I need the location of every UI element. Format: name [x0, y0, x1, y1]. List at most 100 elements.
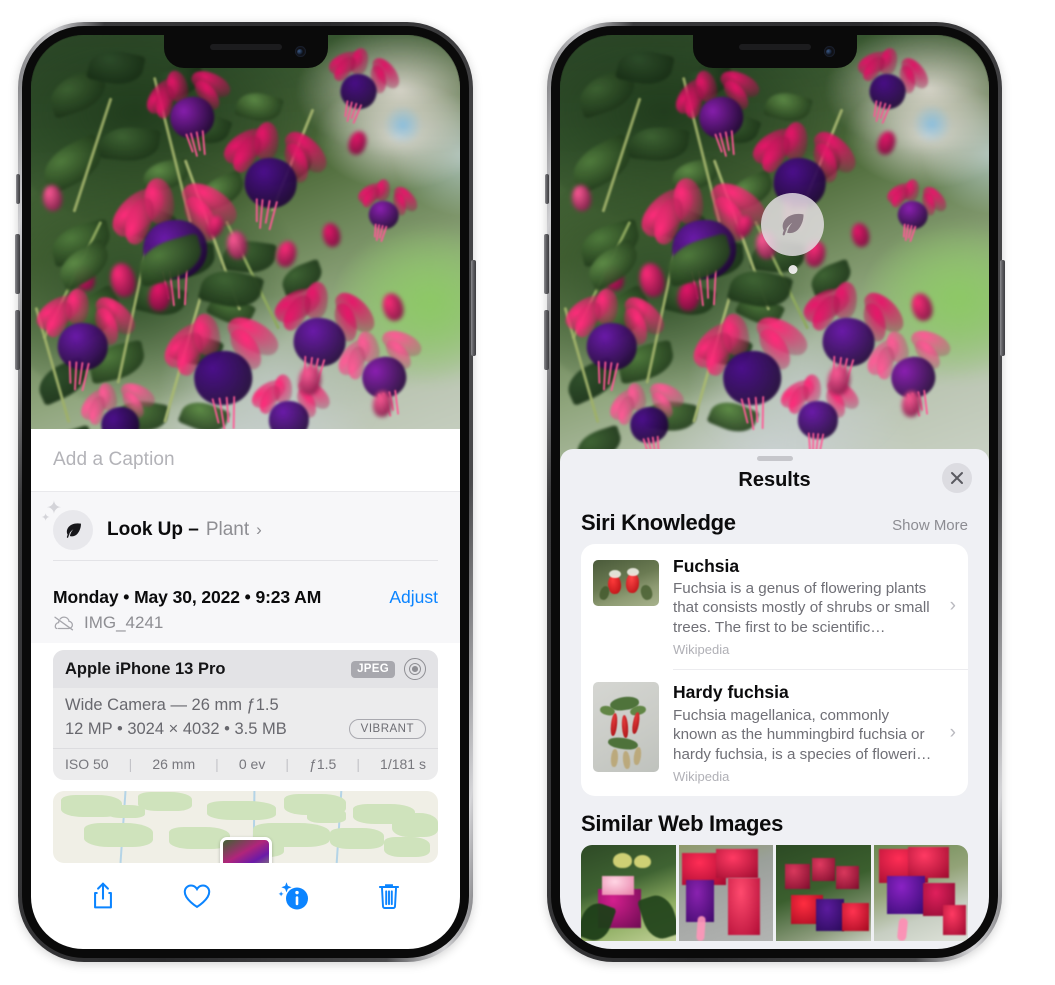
similar-image-element — [601, 875, 634, 895]
silent-switch[interactable] — [545, 174, 549, 204]
exif-stat-focal: 26 mm — [152, 756, 196, 772]
siri-knowledge-card: Fuchsia Fuchsia is a genus of flowering … — [581, 543, 968, 796]
similar-image-element — [716, 848, 758, 878]
exif-stat-aperture: ƒ1.5 — [309, 756, 337, 772]
result-title: Hardy fuchsia — [673, 682, 789, 703]
exif-stat-shutter: 1/181 s — [380, 756, 426, 772]
file-name: IMG_4241 — [84, 613, 164, 632]
thumbnail-flower — [632, 746, 642, 766]
hardy-fuchsia-thumbnail — [593, 682, 659, 773]
similar-image-2[interactable] — [678, 845, 773, 941]
similar-image-element — [727, 877, 760, 936]
results-sheet: Results Siri Knowledge Show More Fuchsia… — [560, 448, 989, 949]
thumbnail-flower — [625, 572, 640, 595]
result-source: Wikipedia — [673, 642, 730, 658]
capture-date: Monday • May 30, 2022 • 9:23 AM — [53, 587, 322, 607]
result-title: Fuchsia — [673, 555, 740, 576]
chevron-right-icon: › — [256, 520, 262, 539]
thumbnail-flower — [610, 712, 619, 737]
section-title: Siri Knowledge — [581, 509, 736, 535]
volume-up-button[interactable] — [15, 234, 20, 294]
look-up-row[interactable]: ✦ ✦ Look Up – Plant › — [41, 499, 438, 560]
exif-panel[interactable]: Apple iPhone 13 Pro JPEG Wide Camera — 2… — [53, 650, 438, 780]
similar-image-element — [785, 864, 810, 890]
section-title: Similar Web Images — [581, 811, 784, 836]
stat-separator: | — [215, 756, 219, 772]
power-button[interactable] — [471, 260, 476, 356]
similar-web-images-header: Similar Web Images — [560, 796, 989, 845]
cloud-slash-icon — [53, 615, 75, 631]
leaf-icon — [53, 510, 93, 550]
thumbnail-flower — [608, 569, 621, 578]
similar-image-element — [836, 866, 860, 890]
look-up-label: Look Up – Plant › — [107, 519, 262, 541]
map-green-area — [60, 795, 123, 817]
earpiece-speaker — [738, 44, 811, 50]
front-camera — [823, 46, 835, 57]
map-green-area — [353, 803, 415, 825]
trash-icon[interactable] — [377, 881, 401, 911]
style-badge: VIBRANT — [348, 719, 426, 739]
similar-image-4[interactable] — [873, 845, 968, 941]
similar-image-element — [637, 891, 676, 941]
aperture-icon — [404, 658, 426, 680]
close-icon[interactable] — [942, 462, 972, 493]
photo-viewer[interactable] — [31, 35, 460, 470]
photo-toolbar — [31, 863, 460, 929]
volume-up-button[interactable] — [544, 234, 549, 294]
map-green-area — [83, 822, 154, 848]
power-button[interactable] — [1000, 260, 1005, 356]
results-title: Results — [738, 468, 811, 491]
device-notch — [692, 35, 857, 68]
photo-info-sheet: Add a Caption ✦ ✦ Look Up – Plant › Mond… — [31, 429, 460, 949]
look-up-title: Look Up – — [107, 519, 199, 540]
fuchsia-thumbnail — [593, 559, 659, 606]
visual-lookup-leaf-badge[interactable] — [761, 193, 824, 274]
left-screen: Add a Caption ✦ ✦ Look Up – Plant › Mond… — [31, 35, 460, 949]
map-photo-pin[interactable] — [219, 837, 272, 863]
map-green-area — [284, 793, 346, 816]
similar-image-element — [811, 858, 835, 882]
adjust-button[interactable]: Adjust — [389, 587, 438, 608]
silent-switch[interactable] — [16, 174, 20, 204]
map-green-area — [384, 837, 431, 858]
lookup-anchor-dot — [788, 265, 797, 274]
similar-image-element — [886, 875, 925, 915]
share-icon[interactable] — [90, 881, 116, 911]
thumbnail-flower — [610, 748, 619, 768]
front-camera — [294, 46, 306, 57]
thumbnail-flower — [606, 736, 639, 751]
look-up-subject: Plant — [205, 519, 250, 540]
caption-input[interactable]: Add a Caption — [31, 429, 460, 492]
similar-images-row — [560, 845, 989, 941]
stat-separator: | — [128, 756, 133, 772]
volume-down-button[interactable] — [15, 310, 20, 370]
lookup-section: ✦ ✦ Look Up – Plant › — [31, 492, 460, 575]
info-sparkle-icon[interactable] — [277, 880, 311, 912]
heart-icon[interactable] — [182, 882, 212, 910]
similar-image-element — [907, 846, 950, 878]
device-notch — [163, 35, 328, 68]
list-item[interactable]: Fuchsia Fuchsia is a genus of flowering … — [581, 544, 968, 670]
exif-stats-row: ISO 50 | 26 mm | 0 ev | ƒ1.5 | 1/181 s — [53, 748, 438, 780]
stat-separator: | — [356, 756, 360, 772]
similar-image-element — [943, 904, 967, 936]
device-model: Apple iPhone 13 Pro — [65, 659, 226, 678]
show-more-button[interactable]: Show More — [892, 517, 968, 534]
similar-image-1[interactable] — [581, 845, 676, 941]
similar-image-3[interactable] — [776, 845, 871, 941]
map-green-area — [207, 801, 277, 820]
list-item[interactable]: Hardy fuchsia Fuchsia magellanica, commo… — [581, 670, 968, 796]
similar-image-element — [842, 902, 869, 932]
format-badge: JPEG — [351, 660, 395, 678]
stat-separator: | — [285, 756, 290, 772]
location-map-thumbnail[interactable] — [53, 791, 438, 863]
chevron-right-icon: › — [949, 595, 956, 617]
map-green-area — [330, 828, 385, 849]
thumbnail-flower — [621, 714, 629, 739]
lens-info: Wide Camera — 26 mm ƒ1.5 — [65, 696, 279, 714]
thumbnail-flower — [597, 585, 611, 602]
volume-down-button[interactable] — [544, 310, 549, 370]
iphone-right-device: Results Siri Knowledge Show More Fuchsia… — [544, 22, 1005, 962]
sparkle-icon-small: ✦ — [41, 512, 51, 524]
